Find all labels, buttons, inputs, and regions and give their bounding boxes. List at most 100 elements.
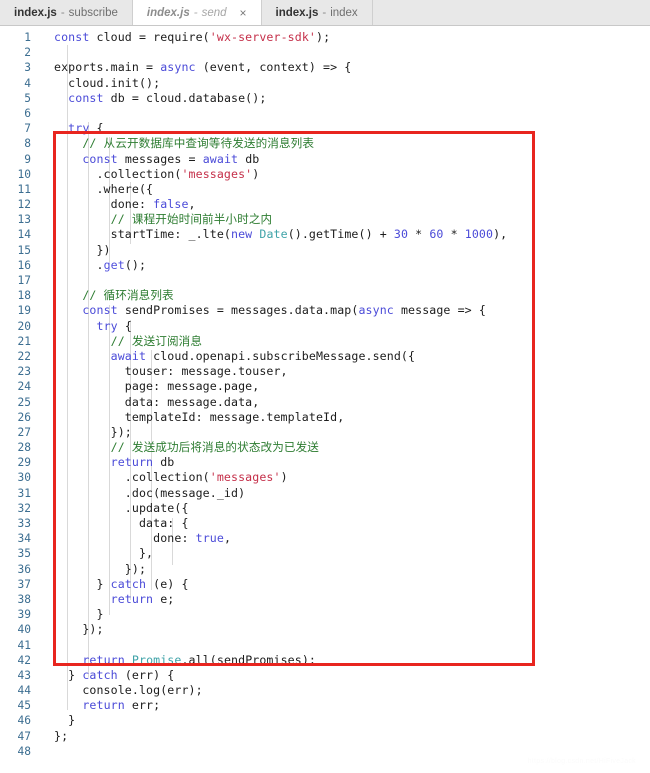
line-source[interactable]: } catch (e) {: [40, 577, 189, 592]
line-source[interactable]: return e;: [40, 592, 175, 607]
line-source[interactable]: .collection('messages'): [40, 167, 259, 182]
tab-separator: -: [322, 6, 327, 19]
code-line: 22 await cloud.openapi.subscribeMessage.…: [0, 349, 650, 364]
token-plain: });: [54, 622, 104, 637]
line-source[interactable]: [40, 45, 61, 60]
line-source[interactable]: done: false,: [40, 197, 196, 212]
token-plain: db: [238, 151, 260, 166]
code-line: 41: [0, 638, 650, 653]
token-cls: Date: [259, 227, 288, 242]
code-line: 14 startTime: _.lte(new Date().getTime()…: [0, 227, 650, 242]
token-cmt: // 发送订阅消息: [54, 333, 203, 348]
line-source[interactable]: } catch (err) {: [40, 668, 174, 683]
line-source[interactable]: // 课程开始时间前半小时之内: [40, 212, 272, 227]
token-num: 1000: [464, 227, 494, 242]
line-source[interactable]: // 从云开数据库中查询等待发送的消息列表: [40, 136, 314, 151]
line-number: 30: [17, 471, 31, 485]
line-number: 3: [24, 61, 31, 75]
line-source[interactable]: // 发送成功后将消息的状态改为已发送: [40, 440, 319, 455]
line-source[interactable]: });: [40, 562, 146, 577]
watermark: https://blog.csdn.net/HiFiveJack: [527, 758, 636, 765]
line-source[interactable]: templateId: message.templateId,: [40, 410, 344, 425]
token-plain: messages =: [117, 151, 203, 166]
close-icon[interactable]: ×: [240, 7, 247, 19]
line-source[interactable]: [40, 273, 61, 288]
token-plain: .collection(: [54, 470, 210, 485]
token-kw: try: [96, 318, 118, 333]
line-source[interactable]: exports.main = async (event, context) =>…: [40, 60, 351, 75]
code-area[interactable]: 1 const cloud = require('wx-server-sdk');…: [0, 25, 650, 759]
code-line: 25 data: message.data,: [0, 395, 650, 410]
line-source[interactable]: }: [40, 607, 104, 622]
line-source[interactable]: try {: [40, 121, 104, 136]
editor-tab-subscribe[interactable]: index.js - subscribe: [0, 0, 133, 25]
line-source[interactable]: [40, 744, 61, 759]
line-source[interactable]: }: [40, 713, 75, 728]
token-num: 30: [393, 227, 409, 242]
line-number: 12: [17, 198, 31, 212]
line-source[interactable]: return db: [40, 455, 175, 470]
token-plain: };: [54, 728, 69, 743]
token-kw: const: [68, 90, 104, 105]
editor-tab-send[interactable]: index.js - send ×: [132, 0, 262, 25]
token-plain: ,: [188, 197, 196, 212]
line-source[interactable]: await cloud.openapi.subscribeMessage.sen…: [40, 349, 415, 364]
line-number: 37: [17, 577, 31, 591]
code-line: 33 data: {: [0, 516, 650, 531]
line-source[interactable]: data: {: [40, 516, 189, 531]
line-source[interactable]: // 发送订阅消息: [40, 334, 202, 349]
editor-tab-index[interactable]: index.js - index: [261, 0, 373, 25]
line-source[interactable]: page: message.page,: [40, 379, 259, 394]
line-number: 17: [17, 274, 31, 287]
line-source[interactable]: .where({: [40, 182, 153, 197]
line-source[interactable]: });: [40, 425, 132, 440]
line-source[interactable]: .doc(message._id): [40, 486, 245, 501]
token-plain: .doc(message._id): [54, 485, 246, 500]
line-source[interactable]: startTime: _.lte(new Date().getTime() + …: [40, 227, 508, 242]
line-source[interactable]: const db = cloud.database();: [40, 91, 266, 106]
tab-filename: index.js: [146, 6, 190, 19]
line-source[interactable]: .get();: [40, 258, 146, 273]
line-source[interactable]: touser: message.touser,: [40, 364, 288, 379]
line-source[interactable]: .collection('messages'): [40, 470, 288, 485]
code-editor[interactable]: 1 const cloud = require('wx-server-sdk');…: [0, 25, 650, 773]
tab-label: subscribe: [68, 6, 118, 19]
line-source[interactable]: };: [40, 729, 68, 744]
line-source[interactable]: cloud.init();: [40, 76, 160, 91]
line-number: 4: [24, 76, 31, 90]
line-number: 25: [17, 395, 31, 409]
code-line: 40 });: [0, 622, 650, 637]
line-source[interactable]: done: true,: [40, 531, 231, 546]
line-source[interactable]: return Promise.all(sendPromises);: [40, 653, 316, 668]
token-plain: done:: [54, 531, 196, 546]
line-source[interactable]: [40, 638, 61, 653]
line-number: 40: [17, 623, 31, 637]
line-source[interactable]: });: [40, 622, 104, 637]
token-plain: db: [153, 455, 175, 470]
line-source[interactable]: return err;: [40, 698, 160, 713]
editor-tab-bar: index.js - subscribe index.js - send × index.js…: [0, 0, 650, 26]
line-source[interactable]: console.log(err);: [40, 683, 203, 698]
line-source[interactable]: [40, 106, 61, 121]
token-plain: ,: [223, 531, 232, 546]
code-line: 23 touser: message.touser,: [0, 364, 650, 379]
line-source[interactable]: },: [40, 546, 153, 561]
token-cmt: // 课程开始时间前半小时之内: [54, 212, 273, 227]
line-source[interactable]: const messages = await db: [40, 152, 259, 167]
line-source[interactable]: data: message.data,: [40, 395, 259, 410]
tab-label: index: [330, 6, 358, 19]
line-source[interactable]: const cloud = require('wx-server-sdk');: [40, 30, 330, 45]
line-source[interactable]: .update({: [40, 501, 189, 516]
line-source[interactable]: try {: [40, 319, 132, 334]
code-line: 37 } catch (e) {: [0, 577, 650, 592]
code-line: 31 .doc(message._id): [0, 486, 650, 501]
token-kw: const: [82, 151, 118, 166]
line-source[interactable]: // 循环消息列表: [40, 288, 174, 303]
line-number: 48: [17, 744, 31, 758]
line-source[interactable]: const sendPromises = messages.data.map(a…: [40, 303, 486, 318]
line-number: 13: [17, 213, 31, 227]
line-source[interactable]: }): [40, 243, 111, 258]
